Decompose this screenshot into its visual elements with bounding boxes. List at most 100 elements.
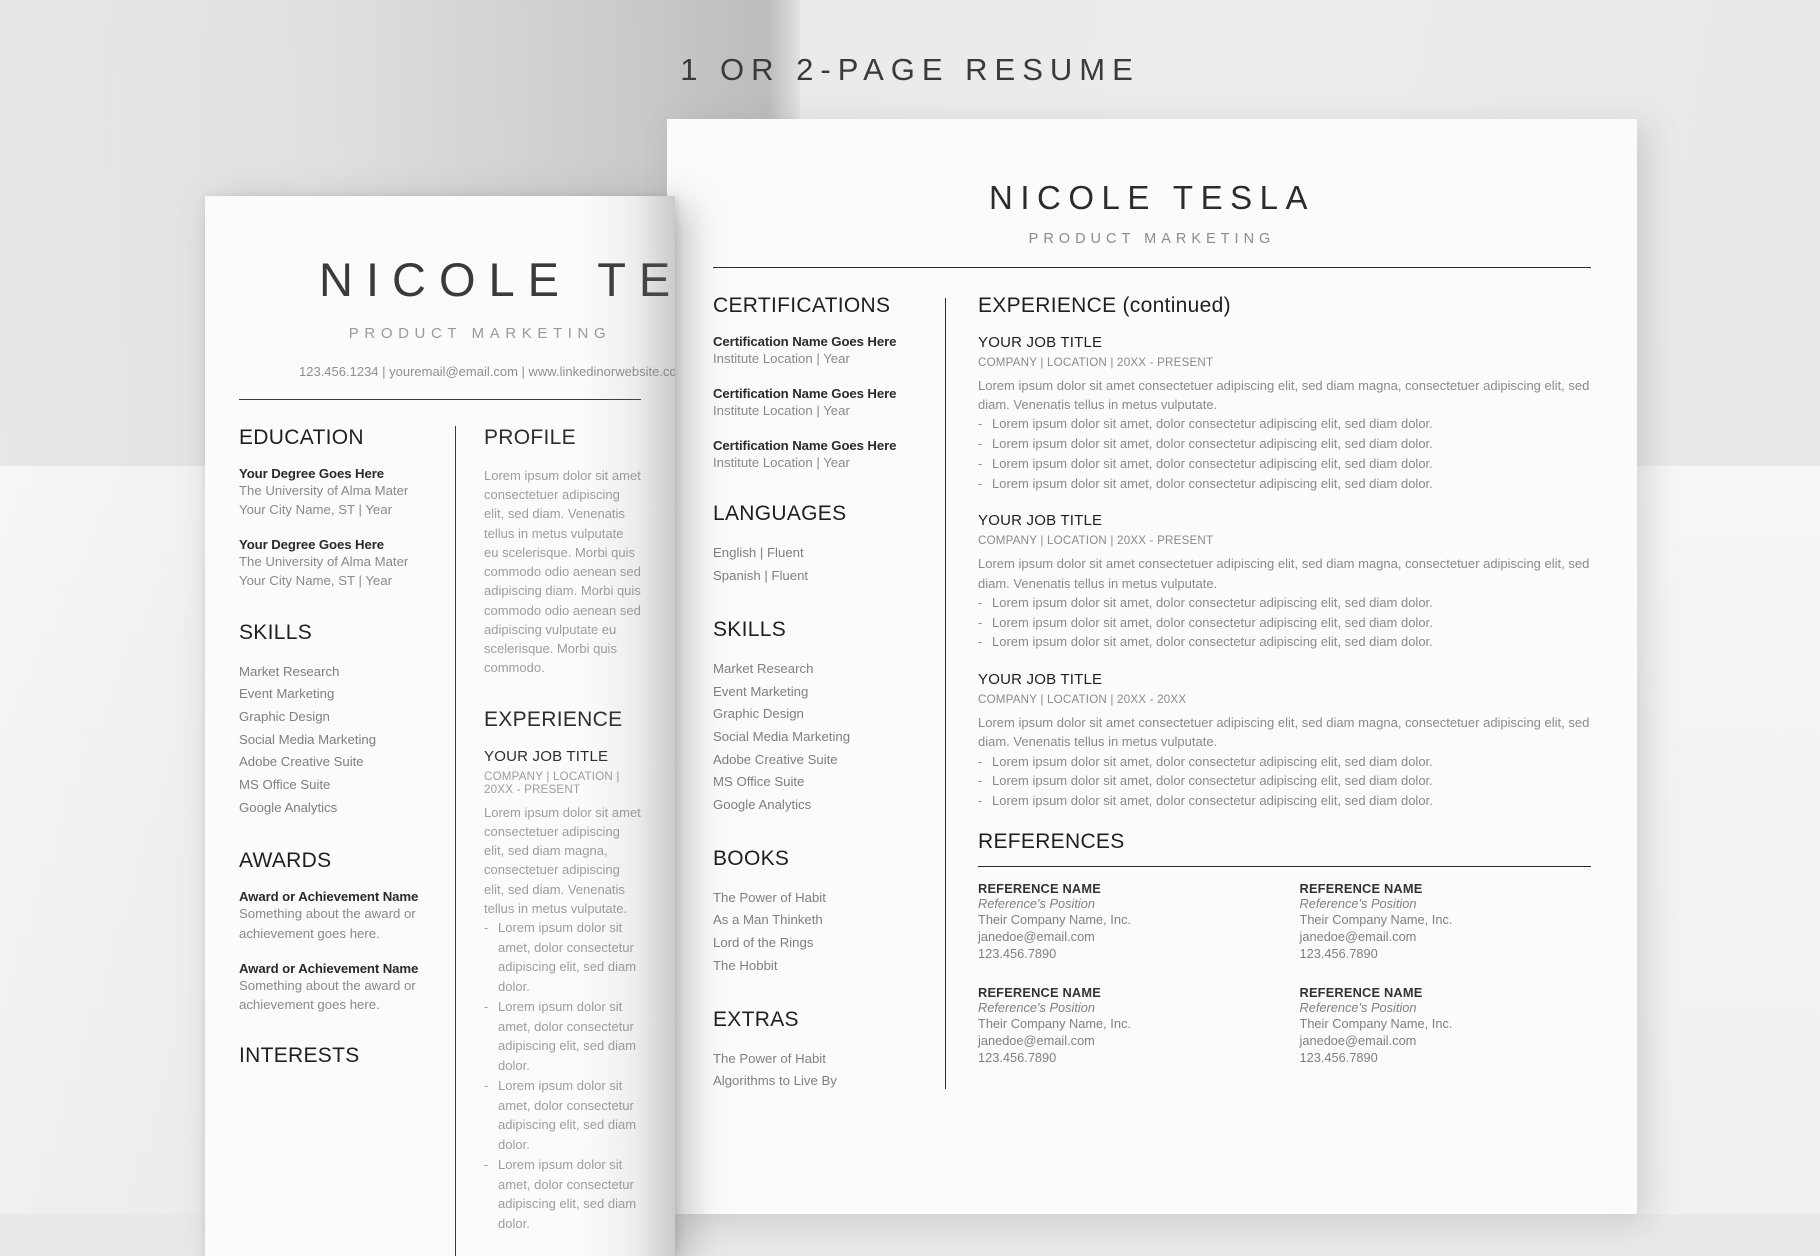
school-name: The University of Alma Mater bbox=[239, 554, 409, 570]
reference-position: Reference's Position bbox=[978, 999, 1095, 1015]
extras-heading: EXTRAS bbox=[713, 1007, 799, 1031]
skill-item: Graphic Design bbox=[239, 708, 330, 724]
reference-name: REFERENCE NAME bbox=[978, 984, 1101, 1000]
school-location: Your City Name, ST | Year bbox=[239, 573, 392, 589]
resume-page-2[interactable]: NICOLE TESLA PRODUCT MARKETING CERTIFICA… bbox=[667, 119, 1637, 1214]
bullet-text: Lorem ipsum dolor sit amet, dolor consec… bbox=[992, 634, 1433, 650]
bullet-dash-icon: - bbox=[978, 793, 983, 809]
language-item: English | Fluent bbox=[713, 545, 804, 561]
page2-skills-section: SKILLS Market Research Event Marketing G… bbox=[713, 618, 929, 817]
job-title: YOUR JOB TITLE bbox=[484, 747, 609, 765]
job-bullet: - Lorem ipsum dolor sit amet, dolor conse… bbox=[978, 434, 1591, 454]
bullet-text: Lorem ipsum dolor sit amet, dolor consec… bbox=[992, 475, 1433, 491]
page1-subtitle: PRODUCT MARKETING bbox=[348, 325, 612, 342]
reference-position: Reference's Position bbox=[1299, 999, 1417, 1015]
page1-right-column: PROFILE Lorem ipsum dolor sit amet conse… bbox=[456, 426, 641, 1256]
experience-entry: YOUR JOB TITLE COMPANY | LOCATION | 20XX… bbox=[978, 512, 1591, 652]
job-bullet: - Lorem ipsum dolor sit amet, dolor conse… bbox=[484, 1076, 641, 1155]
job-bullet: - Lorem ipsum dolor sit amet, dolor conse… bbox=[978, 474, 1591, 494]
references-heading: REFERENCES bbox=[978, 829, 1125, 853]
skills-heading: SKILLS bbox=[713, 617, 787, 641]
bullet-text: Lorem ipsum dolor sit amet, dolor consec… bbox=[498, 998, 637, 1074]
profile-text: Lorem ipsum dolor sit amet consectetuer … bbox=[484, 468, 641, 676]
job-bullet: - Lorem ipsum dolor sit amet, dolor conse… bbox=[978, 791, 1591, 811]
bullet-text: Lorem ipsum dolor sit amet, dolor consec… bbox=[498, 1077, 637, 1153]
book-item: Lord of the Rings bbox=[713, 935, 814, 951]
books-heading: BOOKS bbox=[713, 846, 790, 870]
skill-item: Graphic Design bbox=[713, 706, 804, 722]
bullet-text: Lorem ipsum dolor sit amet, dolor consec… bbox=[992, 793, 1433, 809]
languages-heading: LANGUAGES bbox=[713, 502, 847, 526]
bullet-dash-icon: - bbox=[978, 475, 983, 491]
skill-item: Social Media Marketing bbox=[239, 731, 377, 747]
resume-page-1[interactable]: NICOLE TESLA PRODUCT MARKETING 123.456.1… bbox=[205, 196, 675, 1256]
bullet-text: Lorem ipsum dolor sit amet, dolor consec… bbox=[992, 594, 1433, 610]
reference-company: Their Company Name, Inc. bbox=[978, 911, 1131, 927]
award-name: Award or Achievement Name bbox=[239, 889, 419, 905]
experience-heading: EXPERIENCE bbox=[484, 707, 623, 731]
skill-item: Market Research bbox=[713, 660, 814, 676]
education-entry: Your Degree Goes Here The University of … bbox=[239, 537, 441, 590]
page1-body: EDUCATION Your Degree Goes Here The Univ… bbox=[239, 426, 641, 1256]
certification-entry: Certification Name Goes Here Institute L… bbox=[713, 334, 929, 368]
experience-entry: YOUR JOB TITLE COMPANY | LOCATION | 20XX… bbox=[484, 748, 641, 1234]
job-title: YOUR JOB TITLE bbox=[978, 671, 1103, 689]
page1-header-rule bbox=[239, 399, 641, 400]
school-location: Your City Name, ST | Year bbox=[239, 502, 392, 518]
bullet-dash-icon: - bbox=[978, 594, 983, 610]
page2-name: NICOLE TESLA bbox=[989, 179, 1315, 216]
bullet-dash-icon: - bbox=[978, 614, 983, 630]
experience-continued-heading: EXPERIENCE (continued) bbox=[978, 294, 1231, 317]
experience-entry: YOUR JOB TITLE COMPANY | LOCATION | 20XX… bbox=[978, 671, 1591, 811]
references-grid: REFERENCE NAME Reference's Position Thei… bbox=[978, 881, 1591, 1067]
school-name: The University of Alma Mater bbox=[239, 483, 409, 498]
page-title: 1 OR 2-PAGE RESUME bbox=[680, 52, 1140, 87]
award-entry: Award or Achievement Name Something abou… bbox=[239, 961, 441, 1014]
reference-position: Reference's Position bbox=[1299, 895, 1417, 911]
reference-entry: REFERENCE NAME Reference's Position Thei… bbox=[1300, 881, 1592, 963]
job-bullet: - Lorem ipsum dolor sit amet, dolor conse… bbox=[978, 771, 1591, 791]
skill-item: MS Office Suite bbox=[713, 774, 805, 790]
page1-contact-line: 123.456.1234 | youremail@email.com | www… bbox=[299, 364, 675, 379]
references-rule bbox=[978, 865, 1591, 867]
job-bullet: - Lorem ipsum dolor sit amet, dolor conse… bbox=[484, 918, 641, 997]
bullet-dash-icon: - bbox=[978, 773, 983, 789]
bullet-text: Lorem ipsum dolor sit amet, dolor consec… bbox=[498, 1156, 637, 1232]
certification-detail: Institute Location | Year bbox=[713, 351, 850, 366]
certifications-section: CERTIFICATIONS Certification Name Goes H… bbox=[713, 294, 929, 472]
skill-item: Social Media Marketing bbox=[713, 728, 851, 744]
reference-entry: REFERENCE NAME Reference's Position Thei… bbox=[1300, 985, 1592, 1067]
page2-left-column: CERTIFICATIONS Certification Name Goes H… bbox=[713, 294, 945, 1093]
reference-name: REFERENCE NAME bbox=[1299, 880, 1423, 896]
bullet-dash-icon: - bbox=[484, 1156, 489, 1172]
reference-phone: 123.456.7890 bbox=[978, 946, 1057, 962]
reference-email: janedoe@email.com bbox=[978, 1032, 1095, 1048]
profile-section: PROFILE Lorem ipsum dolor sit amet conse… bbox=[484, 426, 641, 678]
job-paragraph: Lorem ipsum dolor sit amet consectetuer … bbox=[978, 556, 1590, 591]
skill-item: Adobe Creative Suite bbox=[239, 754, 364, 770]
job-bullet: - Lorem ipsum dolor sit amet, dolor conse… bbox=[484, 1155, 641, 1234]
reference-email: janedoe@email.com bbox=[978, 929, 1095, 945]
skill-item: Adobe Creative Suite bbox=[713, 751, 838, 767]
page2-header-rule bbox=[713, 267, 1591, 268]
education-entry: Your Degree Goes Here The University of … bbox=[239, 466, 441, 519]
certification-entry: Certification Name Goes Here Institute L… bbox=[713, 386, 929, 420]
job-bullet: - Lorem ipsum dolor sit amet, dolor conse… bbox=[978, 593, 1591, 613]
certification-name: Certification Name Goes Here bbox=[713, 386, 897, 402]
page1-name: NICOLE TESLA bbox=[319, 253, 675, 306]
reference-company: Their Company Name, Inc. bbox=[978, 1015, 1131, 1031]
skill-item: Google Analytics bbox=[239, 799, 338, 815]
extra-item: The Power of Habit bbox=[713, 1050, 826, 1066]
reference-email: janedoe@email.com bbox=[1299, 1032, 1417, 1048]
job-paragraph: Lorem ipsum dolor sit amet consectetuer … bbox=[484, 804, 641, 916]
skills-heading: SKILLS bbox=[239, 620, 313, 644]
certification-name: Certification Name Goes Here bbox=[713, 334, 897, 349]
certification-detail: Institute Location | Year bbox=[713, 455, 850, 471]
bullet-dash-icon: - bbox=[978, 634, 983, 650]
degree-name: Your Degree Goes Here bbox=[239, 537, 384, 553]
book-item: The Hobbit bbox=[713, 957, 778, 973]
reference-phone: 123.456.7890 bbox=[978, 1050, 1057, 1066]
extras-section: EXTRAS The Power of Habit Algorithms to … bbox=[713, 1008, 929, 1093]
page2-body: CERTIFICATIONS Certification Name Goes H… bbox=[713, 294, 1591, 1093]
skill-item: Market Research bbox=[239, 663, 340, 679]
